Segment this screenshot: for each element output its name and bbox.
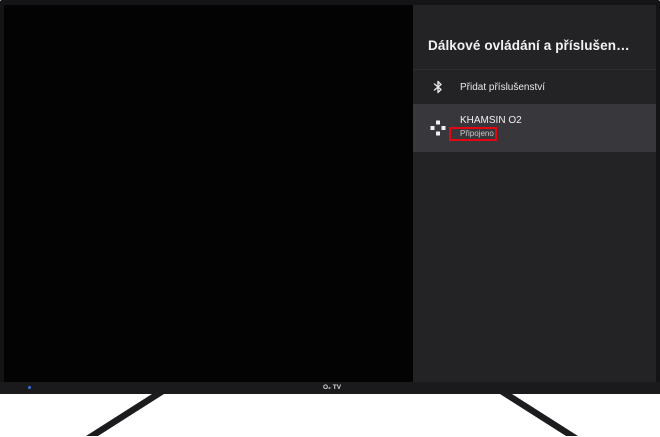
bluetooth-icon <box>430 79 446 95</box>
video-area <box>4 5 413 382</box>
device-item-khamsin[interactable]: KHAMSIN O2 Připojeno <box>413 104 656 152</box>
add-accessory-item[interactable]: Přidat příslušenství <box>413 70 656 104</box>
gamepad-icon <box>430 120 446 136</box>
tv-brand-logo: O₂ TV <box>322 384 342 391</box>
tv-screen: Dálkové ovládání a příslušen… Přidat pří… <box>4 5 656 382</box>
power-led <box>28 386 31 389</box>
panel-title: Dálkové ovládání a příslušen… <box>428 38 630 53</box>
device-name: KHAMSIN O2 <box>460 115 522 126</box>
tv-stand <box>86 394 578 436</box>
status-highlight-box <box>449 127 497 141</box>
tv-frame: Dálkové ovládání a příslušen… Přidat pří… <box>0 0 660 394</box>
add-accessory-label: Přidat příslušenství <box>460 82 546 93</box>
settings-panel: Dálkové ovládání a příslušen… Přidat pří… <box>413 5 656 382</box>
tv-stage: Dálkové ovládání a příslušen… Přidat pří… <box>0 0 660 437</box>
